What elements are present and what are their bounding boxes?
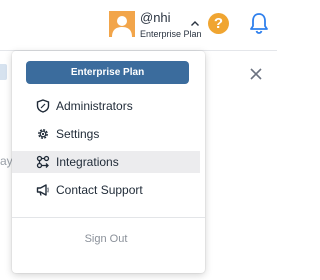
menu-item-label: Administrators — [56, 99, 133, 113]
shield-icon — [36, 99, 50, 113]
menu-item-administrators[interactable]: Administrators — [12, 95, 200, 117]
menu-item-contact-support[interactable]: Contact Support — [12, 179, 200, 201]
enterprise-plan-button[interactable]: Enterprise Plan — [26, 61, 189, 84]
menu-divider — [12, 217, 205, 218]
top-bar: @nhi Enterprise Plan ? — [0, 0, 277, 51]
menu-item-label: Settings — [56, 127, 100, 141]
avatar[interactable] — [109, 11, 135, 37]
megaphone-icon — [36, 184, 49, 196]
user-handle[interactable]: @nhi — [140, 10, 171, 25]
close-icon[interactable] — [249, 67, 263, 81]
menu-item-settings[interactable]: Settings — [12, 123, 200, 145]
sign-out-button[interactable]: Sign Out — [12, 233, 200, 245]
integrations-icon — [36, 155, 50, 169]
background-text: ay — [0, 154, 13, 168]
user-plan: Enterprise Plan — [140, 29, 202, 39]
menu-item-label: Contact Support — [56, 183, 143, 197]
background-panel-edge — [0, 64, 7, 80]
gear-icon — [38, 129, 48, 139]
user-avatar-icon — [112, 16, 132, 37]
chevron-up-icon[interactable] — [190, 19, 200, 29]
menu-item-label: Integrations — [56, 155, 119, 169]
user-dropdown-menu: Enterprise Plan Administrators Settings … — [12, 51, 205, 273]
bell-icon[interactable] — [248, 11, 270, 35]
menu-item-integrations[interactable]: Integrations — [12, 151, 200, 173]
help-button[interactable]: ? — [208, 13, 229, 34]
